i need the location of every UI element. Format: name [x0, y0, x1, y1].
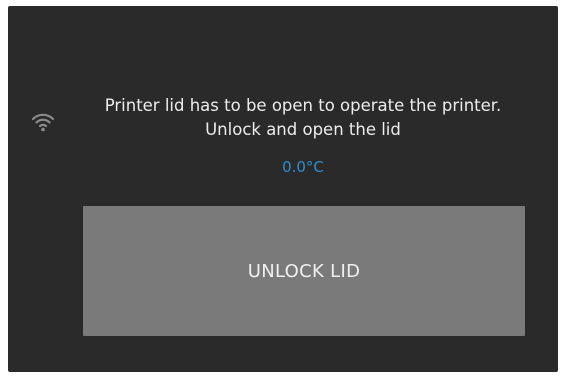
- printer-display: Printer lid has to be open to operate th…: [8, 6, 558, 372]
- unlock-lid-label: UNLOCK LID: [247, 260, 361, 282]
- lid-warning-message: Printer lid has to be open to operate th…: [48, 94, 558, 142]
- message-line-2: Unlock and open the lid: [205, 120, 401, 139]
- message-line-1: Printer lid has to be open to operate th…: [104, 96, 502, 115]
- temperature-readout: 0.0°C: [282, 158, 324, 176]
- unlock-lid-button[interactable]: UNLOCK LID: [83, 206, 525, 336]
